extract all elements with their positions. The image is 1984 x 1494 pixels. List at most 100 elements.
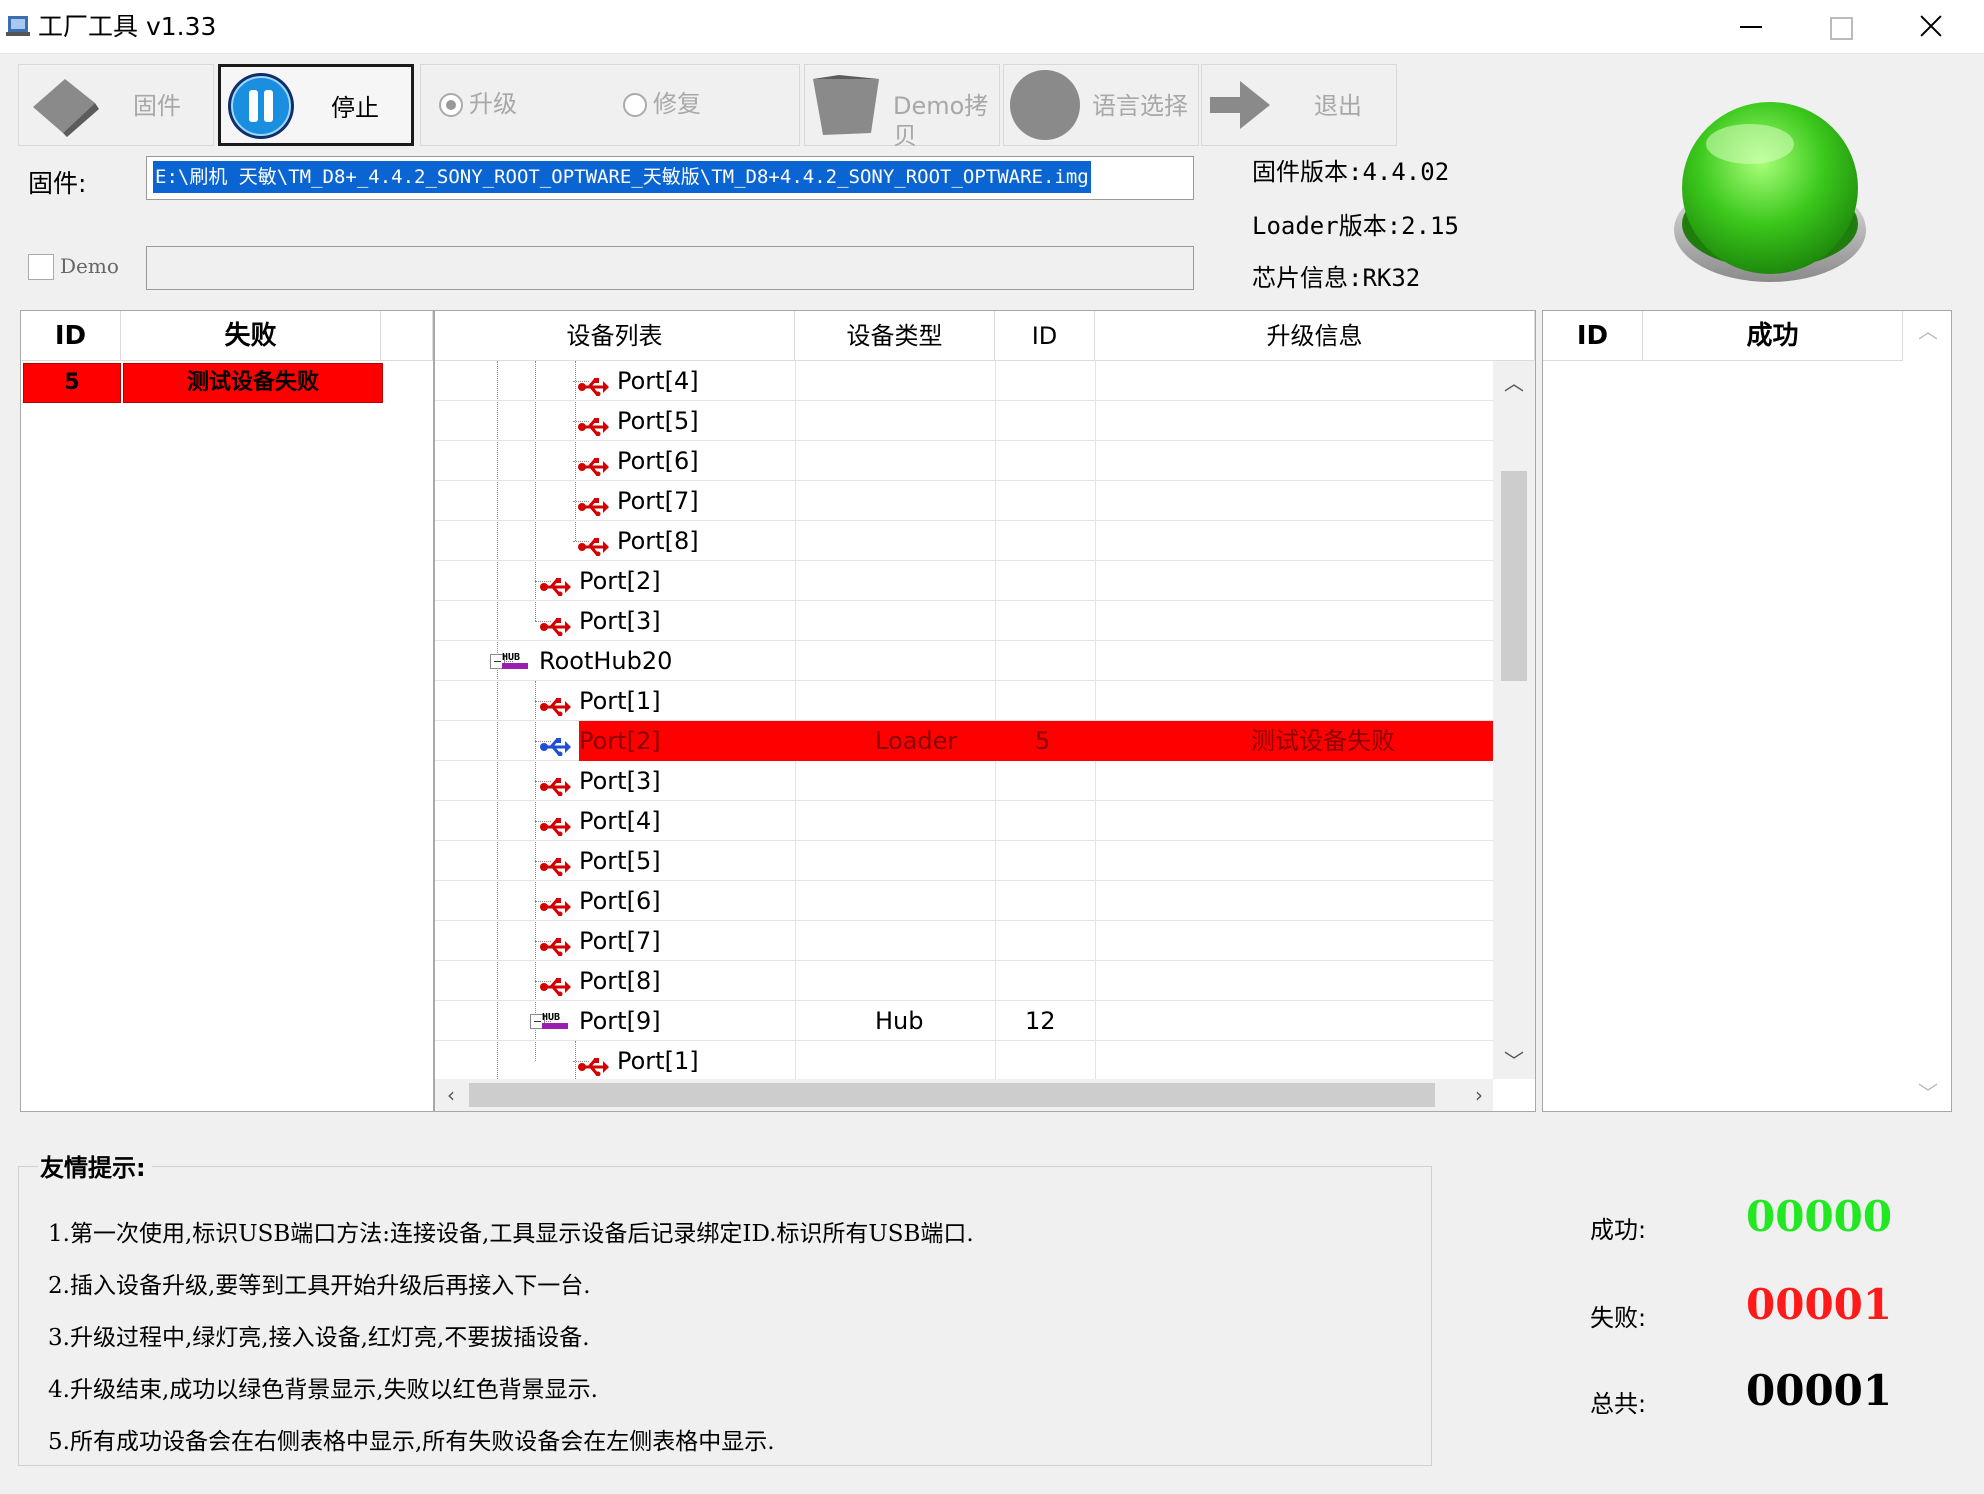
tree-node-label: Port[5] [579, 847, 661, 875]
exit-button[interactable]: 退出 [1201, 64, 1397, 146]
hub-icon: HUB [539, 1007, 571, 1029]
language-icon [1010, 70, 1080, 140]
tree-port-row[interactable]: Port[4] [435, 361, 1493, 401]
firmware-path-label: 固件: [28, 169, 87, 198]
tree-node-label: Port[2] [579, 727, 661, 755]
usb-icon [539, 732, 571, 757]
success-table-header-status: 成功 [1643, 311, 1903, 361]
tip-line: 5.所有成功设备会在右侧表格中显示,所有失败设备会在左侧表格中显示. [48, 1429, 775, 1455]
tree-node-label: Port[9] [579, 1007, 661, 1035]
device-tree-body: Port[4] Port[5] Port[6] Port[7] Port[8] Port[… [435, 361, 1493, 1079]
scroll-down-icon[interactable]: ﹀ [1503, 1051, 1525, 1071]
demo-checkbox-label: Demo [60, 254, 119, 278]
firmware-path-input[interactable]: E:\刷机 天敏\TM_D8+_4.4.2_SONY_ROOT_OPTWARE_… [146, 156, 1194, 200]
scroll-right-icon[interactable]: › [1469, 1085, 1489, 1105]
svg-text:HUB: HUB [502, 652, 520, 663]
tips-title: 友情提示: [38, 1148, 152, 1183]
fail-table-header-id: ID [21, 311, 121, 361]
tree-port-row[interactable]: Port[6] [435, 441, 1493, 481]
tree-port-row[interactable]: Port[8] [435, 521, 1493, 561]
language-button[interactable]: 语言选择 [1003, 64, 1199, 146]
horizontal-scroll-thumb[interactable] [469, 1083, 1435, 1107]
firmware-icon [33, 79, 99, 137]
upgrade-radio[interactable]: 升级 [439, 87, 559, 123]
mode-radio-group: 升级 修复 [420, 64, 800, 146]
device-horizontal-scrollbar[interactable]: ‹ › [435, 1079, 1493, 1111]
tree-node-label: Port[4] [617, 367, 699, 395]
usb-icon [539, 772, 571, 797]
usb-icon [577, 372, 609, 397]
stop-button[interactable]: 停止 [218, 64, 414, 146]
demo-checkbox[interactable] [28, 254, 54, 280]
minimize-button[interactable] [1704, 0, 1794, 54]
firmware-version: 固件版本:4.4.02 [1252, 158, 1450, 186]
device-id-cell: 5 [1035, 727, 1051, 755]
tree-node-label: Port[4] [579, 807, 661, 835]
tree-port-row[interactable]: Port[1] [435, 681, 1493, 721]
tree-port-row[interactable]: Port[8] [435, 961, 1493, 1001]
tree-port-row[interactable]: Port[5] [435, 401, 1493, 441]
success-vertical-scrollbar[interactable]: ︿ ﹀ [1905, 311, 1951, 1111]
firmware-button[interactable]: 固件 [18, 64, 214, 146]
usb-icon [577, 492, 609, 517]
tree-port-row[interactable]: Port[4] [435, 801, 1493, 841]
device-table-header-type[interactable]: 设备类型 [795, 311, 995, 361]
usb-icon [577, 412, 609, 437]
tips-panel [18, 1166, 1432, 1466]
device-table-header-id[interactable]: ID [995, 311, 1095, 361]
tree-node-label: Port[6] [579, 887, 661, 915]
usb-icon [539, 932, 571, 957]
device-type-cell: Loader [875, 727, 958, 755]
device-vertical-scrollbar[interactable]: ︿ ﹀ [1493, 361, 1535, 1079]
tree-hub-row[interactable]: HUB RootHub20 [435, 641, 1493, 681]
hub-icon: HUB [499, 647, 531, 669]
usb-icon [539, 812, 571, 837]
scroll-down-icon[interactable]: ﹀ [1917, 1083, 1939, 1103]
usb-icon [539, 852, 571, 877]
tree-node-label: RootHub20 [539, 647, 673, 675]
fail-table-header-filler [381, 311, 433, 361]
fail-count-label: 失败: [1590, 1304, 1647, 1332]
fail-row-id[interactable]: 5 [23, 363, 121, 403]
usb-icon [577, 1052, 609, 1077]
scroll-up-icon[interactable]: ︿ [1503, 373, 1525, 393]
pause-icon [228, 73, 294, 139]
success-count: 00000 [1746, 1192, 1893, 1241]
scroll-up-icon[interactable]: ︿ [1917, 321, 1939, 341]
usb-icon [539, 972, 571, 997]
usb-icon [577, 452, 609, 477]
fail-table: ID 失败 5 测试设备失败 [20, 310, 434, 1112]
tree-port-row[interactable]: Port[3] [435, 601, 1493, 641]
tree-node-label: Port[3] [579, 607, 661, 635]
tree-port-row[interactable]: Port[3] [435, 761, 1493, 801]
demo-path-input[interactable] [146, 246, 1194, 290]
tip-line: 4.升级结束,成功以绿色背景显示,失败以红色背景显示. [48, 1377, 598, 1403]
vertical-scroll-thumb[interactable] [1501, 471, 1527, 681]
repair-radio[interactable]: 修复 [623, 87, 743, 123]
usb-icon [577, 532, 609, 557]
tree-port-row[interactable]: Port[7] [435, 481, 1493, 521]
success-table: ID 成功 ︿ ﹀ [1542, 310, 1952, 1112]
tree-port-row[interactable]: Port[6] [435, 881, 1493, 921]
tree-node-label: Port[7] [617, 487, 699, 515]
demo-copy-button[interactable]: Demo拷贝 [804, 64, 1000, 150]
tree-port-row[interactable]: Port[2] [435, 561, 1493, 601]
tree-port-row[interactable]: Port[7] [435, 921, 1493, 961]
maximize-button[interactable] [1794, 0, 1884, 54]
tree-port-row[interactable]: Port[2] Loader 5 测试设备失败 [435, 721, 1493, 761]
device-table-header-list[interactable]: 设备列表 [435, 311, 795, 361]
fail-row-status[interactable]: 测试设备失败 [123, 363, 383, 403]
tree-node-label: Port[5] [617, 407, 699, 435]
radio-dot [623, 93, 647, 117]
tip-line: 3.升级过程中,绿灯亮,接入设备,红灯亮,不要拔插设备. [48, 1325, 590, 1351]
device-table-header-info[interactable]: 升级信息 [1095, 311, 1535, 361]
go-button-icon[interactable] [1658, 92, 1878, 292]
close-button[interactable] [1886, 0, 1976, 54]
window-title: 工厂工具 v1.33 [38, 12, 217, 41]
tree-node-label: Port[1] [617, 1047, 699, 1075]
tree-node-label: Port[8] [617, 527, 699, 555]
scroll-left-icon[interactable]: ‹ [441, 1085, 461, 1105]
tree-port-row[interactable]: Port[1] [435, 1041, 1493, 1079]
tree-hub-row[interactable]: HUB Port[9] Hub 12 [435, 1001, 1493, 1041]
tree-port-row[interactable]: Port[5] [435, 841, 1493, 881]
